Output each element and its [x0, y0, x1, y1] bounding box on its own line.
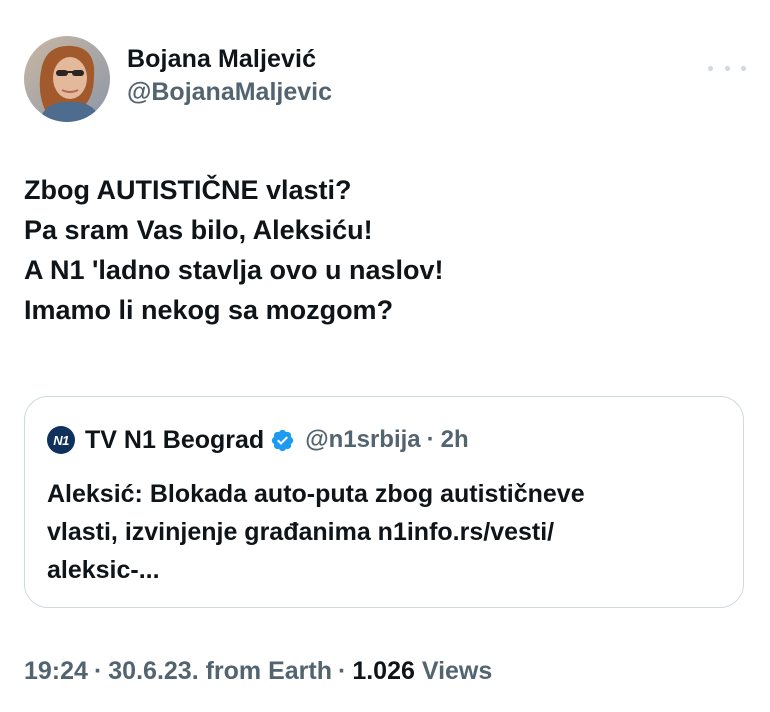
tweet-text-line: Zbog AUTISTIČNE vlasti?	[24, 175, 352, 205]
verified-badge-icon	[272, 429, 294, 451]
tweet-source: from Earth	[205, 657, 332, 685]
n1-logo-avatar[interactable]: N1	[47, 426, 75, 454]
quoted-tweet[interactable]: N1 TV N1 Beograd @n1srbija · 2h Aleksić:…	[24, 396, 744, 608]
quoted-text-line: Aleksić: Blokada auto-puta zbog autistič…	[47, 480, 585, 508]
tweet-date[interactable]: 30.6.23.	[108, 657, 198, 685]
tweet-text: Zbog AUTISTIČNE vlasti? Pa sram Vas bilo…	[24, 170, 744, 330]
quoted-text-line: aleksic-...	[47, 556, 160, 584]
quoted-tweet-header: N1 TV N1 Beograd @n1srbija · 2h	[47, 425, 469, 455]
separator-dot: ·	[426, 426, 435, 453]
tweet-header: Bojana Maljević @BojanaMaljevic	[24, 36, 746, 124]
more-dot	[708, 65, 713, 71]
tweet-text-line: A N1 'ladno stavlja ovo u naslov!	[24, 255, 444, 285]
tweet-text-line: Imamo li nekog sa mozgom?	[24, 295, 394, 325]
more-dot	[741, 65, 746, 71]
author-handle[interactable]: @BojanaMaljevic	[127, 77, 332, 107]
tweet-metadata: 19:24 · 30.6.23. from Earth · 1.026 Views	[24, 655, 492, 687]
n1-logo-text: N1	[53, 432, 69, 448]
separator-dot: ·	[338, 657, 347, 685]
author-info: Bojana Maljević @BojanaMaljevic	[127, 44, 332, 107]
author-name[interactable]: Bojana Maljević	[127, 44, 332, 74]
views-count[interactable]: 1.026	[352, 657, 415, 685]
more-dot	[724, 65, 730, 71]
quoted-text-line: vlasti, izvinjenje građanima n1info.rs/v…	[47, 518, 555, 546]
more-horizontal-icon[interactable]	[708, 58, 746, 78]
separator-dot: ·	[93, 657, 103, 685]
quoted-author-name[interactable]: TV N1 Beograd	[85, 426, 264, 455]
quoted-author-handle[interactable]: @n1srbija	[305, 426, 420, 454]
quoted-tweet-text: Aleksić: Blokada auto-puta zbog autistič…	[47, 475, 723, 589]
quoted-timestamp[interactable]: 2h	[441, 426, 469, 454]
tweet-time[interactable]: 19:24	[24, 657, 88, 685]
tweet: Bojana Maljević @BojanaMaljevic Zbog AUT…	[0, 0, 770, 712]
avatar[interactable]	[24, 36, 110, 122]
tweet-text-line: Pa sram Vas bilo, Aleksiću!	[24, 215, 373, 245]
views-label[interactable]: Views	[422, 657, 492, 685]
